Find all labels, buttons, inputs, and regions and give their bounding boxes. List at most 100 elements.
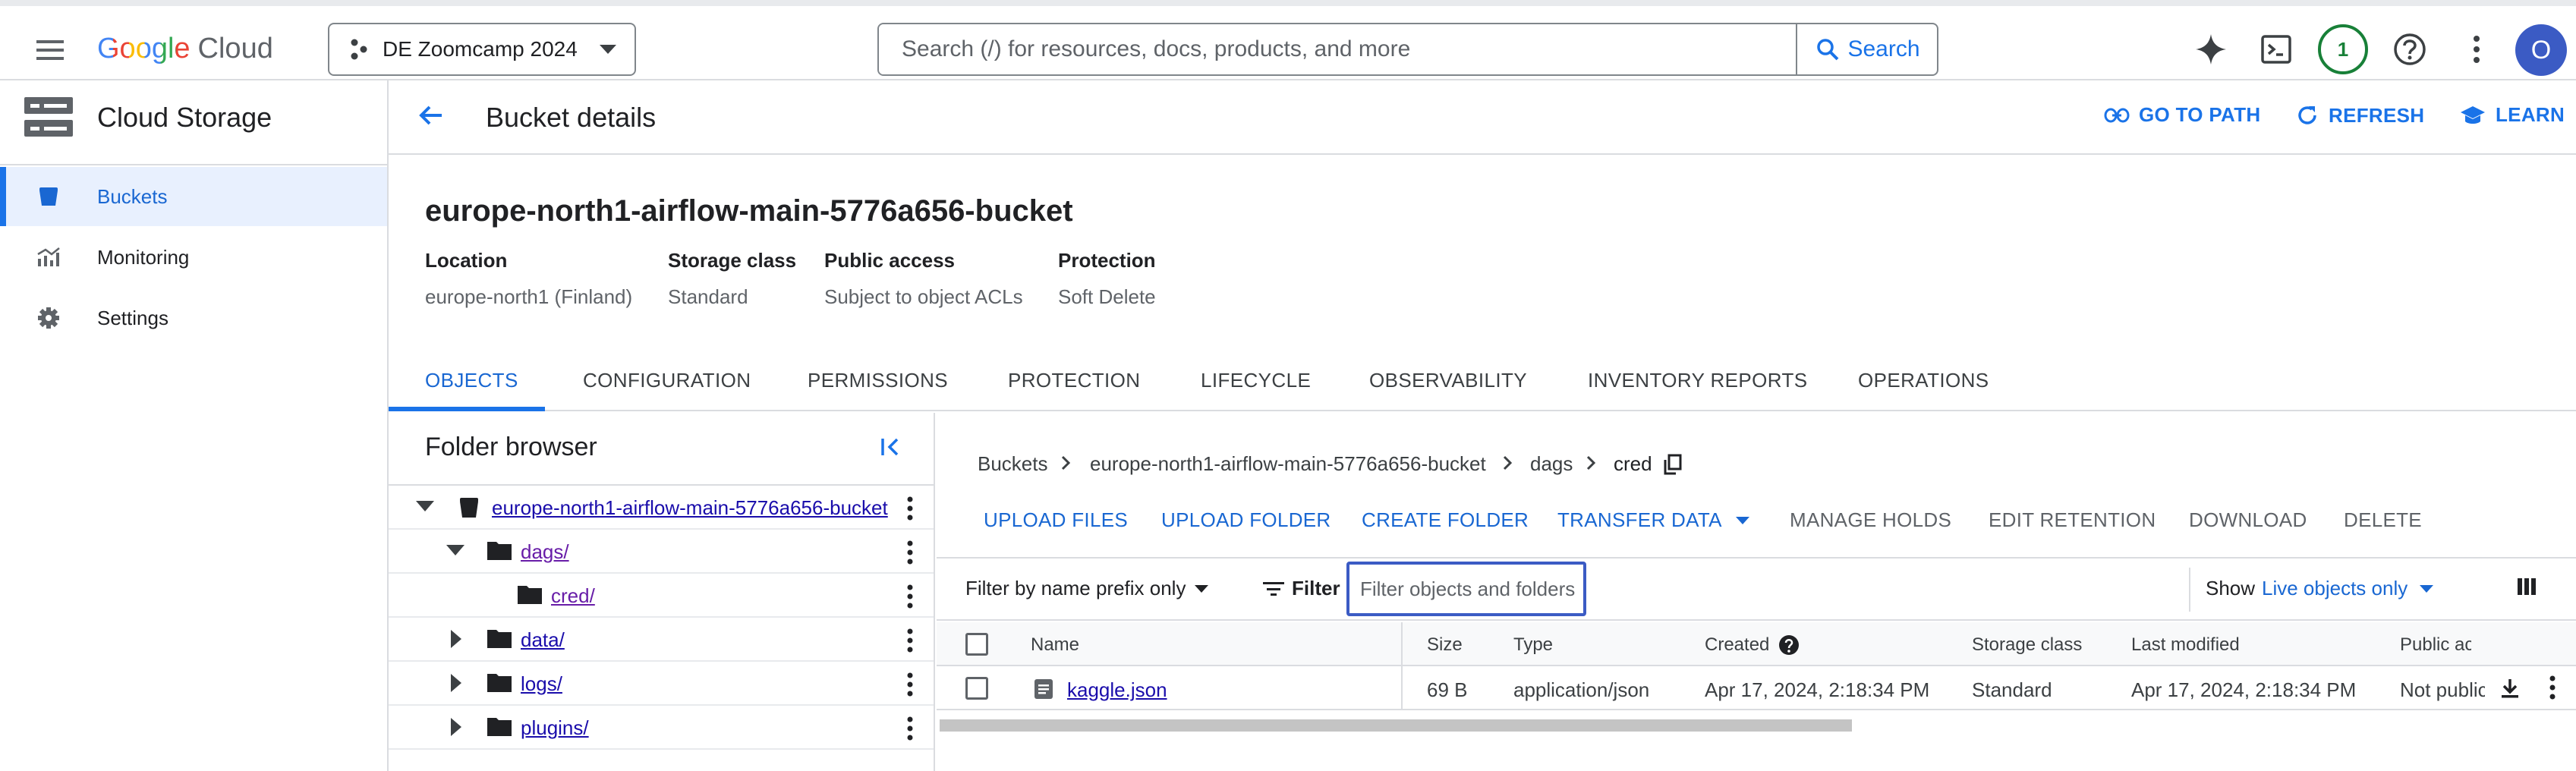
tab-protection[interactable]: PROTECTION bbox=[1008, 369, 1140, 392]
logo-google: Google bbox=[97, 32, 191, 65]
transfer-data-button[interactable]: TRANSFER DATA bbox=[1557, 508, 1749, 532]
help-button[interactable] bbox=[2389, 29, 2430, 70]
notifications-button[interactable]: 1 bbox=[2318, 24, 2368, 74]
product-title: Cloud Storage bbox=[97, 102, 272, 133]
tab-observability[interactable]: OBSERVABILITY bbox=[1369, 369, 1527, 392]
show-objects-dropdown[interactable]: Live objects only bbox=[2262, 577, 2434, 600]
chevron-down-icon[interactable] bbox=[416, 501, 434, 511]
horizontal-scrollbar[interactable] bbox=[937, 719, 2576, 732]
tab-configuration[interactable]: CONFIGURATION bbox=[583, 369, 751, 392]
breadcrumb-bucket[interactable]: europe-north1-airflow-main-5776a656-buck… bbox=[1090, 452, 1486, 476]
breadcrumb-dags[interactable]: dags bbox=[1530, 452, 1573, 476]
tree-item-bucket[interactable]: europe-north1-airflow-main-5776a656-buck… bbox=[389, 486, 934, 530]
account-avatar[interactable]: O bbox=[2515, 24, 2567, 76]
manage-holds-button[interactable]: MANAGE HOLDS bbox=[1790, 508, 1951, 532]
arrow-back-icon bbox=[419, 105, 442, 125]
active-tab-indicator bbox=[389, 407, 545, 411]
gemini-button[interactable] bbox=[2190, 29, 2231, 70]
tree-item-label[interactable]: data/ bbox=[521, 628, 565, 652]
chevron-right-icon[interactable] bbox=[451, 718, 461, 736]
tree-item-data[interactable]: data/ bbox=[389, 618, 934, 662]
tree-item-dags[interactable]: dags/ bbox=[389, 530, 934, 574]
tab-inventory-reports[interactable]: INVENTORY REPORTS bbox=[1588, 369, 1808, 392]
tab-objects[interactable]: OBJECTS bbox=[425, 369, 518, 392]
edit-retention-button[interactable]: EDIT RETENTION bbox=[1989, 508, 2156, 532]
filter-button[interactable]: Filter bbox=[1263, 577, 1340, 600]
column-header-type[interactable]: Type bbox=[1513, 634, 1553, 656]
help-icon[interactable] bbox=[1778, 634, 1800, 656]
refresh-button[interactable]: REFRESH bbox=[2295, 103, 2424, 127]
breadcrumb-buckets[interactable]: Buckets bbox=[978, 452, 1048, 476]
first-page-icon bbox=[881, 438, 899, 456]
delete-button[interactable]: DELETE bbox=[2344, 508, 2422, 532]
cloud-shell-button[interactable] bbox=[2256, 29, 2297, 70]
tab-operations[interactable]: OPERATIONS bbox=[1858, 369, 1989, 392]
search-button[interactable]: Search bbox=[1796, 24, 1937, 74]
more-options-button[interactable] bbox=[2456, 29, 2497, 70]
object-last-modified: Apr 17, 2024, 2:18:34 PM bbox=[2131, 678, 2357, 701]
kebab-icon[interactable] bbox=[906, 716, 914, 741]
upload-files-button[interactable]: UPLOAD FILES bbox=[984, 508, 1128, 532]
column-header-storage-class[interactable]: Storage class bbox=[1972, 634, 2082, 656]
search-button-label: Search bbox=[1847, 36, 1920, 61]
meta-value-public-access: Subject to object ACLs bbox=[824, 285, 1023, 308]
download-icon[interactable] bbox=[2499, 677, 2521, 700]
chevron-down-icon[interactable] bbox=[446, 545, 464, 555]
folder-browser: Folder browser europe-north1-airflow-mai… bbox=[389, 413, 935, 771]
link-icon bbox=[2104, 108, 2130, 122]
tree-item-logs[interactable]: logs/ bbox=[389, 662, 934, 706]
chevron-down-icon bbox=[1195, 584, 1209, 593]
kebab-icon[interactable] bbox=[906, 584, 914, 609]
sidebar-item-buckets[interactable]: Buckets bbox=[0, 167, 387, 226]
project-picker[interactable]: DE Zoomcamp 2024 bbox=[328, 23, 636, 76]
kebab-icon[interactable] bbox=[906, 496, 914, 521]
view-column-icon bbox=[2518, 578, 2536, 595]
table-row[interactable]: kaggle.json 69 B application/json Apr 17… bbox=[937, 666, 2576, 710]
terminal-icon bbox=[2261, 35, 2291, 64]
column-header-size[interactable]: Size bbox=[1427, 634, 1463, 656]
show-label: Show bbox=[2206, 577, 2256, 599]
column-header-public-access[interactable]: Public access bbox=[2400, 634, 2471, 656]
copy-icon[interactable] bbox=[1664, 454, 1682, 475]
scrollbar-thumb[interactable] bbox=[940, 719, 1852, 732]
tab-permissions[interactable]: PERMISSIONS bbox=[808, 369, 948, 392]
object-name-link[interactable]: kaggle.json bbox=[1067, 678, 1167, 702]
select-all-checkbox[interactable] bbox=[965, 633, 988, 656]
learn-button[interactable]: LEARN bbox=[2459, 103, 2565, 127]
chevron-right-icon[interactable] bbox=[451, 674, 461, 692]
google-cloud-logo[interactable]: Google Cloud bbox=[97, 29, 273, 68]
column-header-last-modified[interactable]: Last modified bbox=[2131, 634, 2240, 656]
row-checkbox[interactable] bbox=[965, 677, 988, 700]
tree-item-label[interactable]: logs/ bbox=[521, 672, 562, 696]
kebab-icon[interactable] bbox=[906, 672, 914, 697]
tree-item-plugins[interactable]: plugins/ bbox=[389, 706, 934, 750]
column-display-button[interactable] bbox=[2517, 577, 2537, 596]
collapse-panel-button[interactable] bbox=[879, 436, 902, 458]
kebab-icon[interactable] bbox=[906, 540, 914, 565]
tree-item-cred[interactable]: cred/ bbox=[389, 574, 934, 618]
show-value: Live objects only bbox=[2262, 577, 2408, 599]
upload-folder-button[interactable]: UPLOAD FOLDER bbox=[1161, 508, 1331, 532]
page-header: Bucket details GO TO PATH REFRESH LEARN bbox=[389, 80, 2576, 155]
tree-item-label[interactable]: plugins/ bbox=[521, 716, 589, 740]
tab-lifecycle[interactable]: LIFECYCLE bbox=[1201, 369, 1311, 392]
filter-objects-input[interactable] bbox=[1346, 562, 1586, 616]
chevron-right-icon[interactable] bbox=[451, 630, 461, 648]
search-input[interactable] bbox=[879, 24, 1796, 74]
sidebar-item-monitoring[interactable]: Monitoring bbox=[0, 228, 387, 287]
tree-item-label[interactable]: dags/ bbox=[521, 540, 569, 564]
chevron-right-icon bbox=[1503, 455, 1512, 470]
filter-mode-dropdown[interactable]: Filter by name prefix only bbox=[965, 577, 1209, 600]
column-header-created[interactable]: Created bbox=[1705, 634, 1800, 656]
sidebar-item-settings[interactable]: Settings bbox=[0, 288, 387, 348]
kebab-icon[interactable] bbox=[906, 628, 914, 653]
tree-item-label[interactable]: cred/ bbox=[551, 584, 595, 608]
download-button[interactable]: DOWNLOAD bbox=[2189, 508, 2307, 532]
main-menu-button[interactable] bbox=[30, 30, 70, 70]
tree-item-label[interactable]: europe-north1-airflow-main-5776a656-buck… bbox=[492, 496, 888, 520]
kebab-icon[interactable] bbox=[2549, 675, 2556, 700]
column-header-name[interactable]: Name bbox=[1031, 634, 1079, 656]
go-to-path-button[interactable]: GO TO PATH bbox=[2104, 103, 2260, 127]
create-folder-button[interactable]: CREATE FOLDER bbox=[1362, 508, 1529, 532]
back-button[interactable] bbox=[414, 99, 448, 132]
